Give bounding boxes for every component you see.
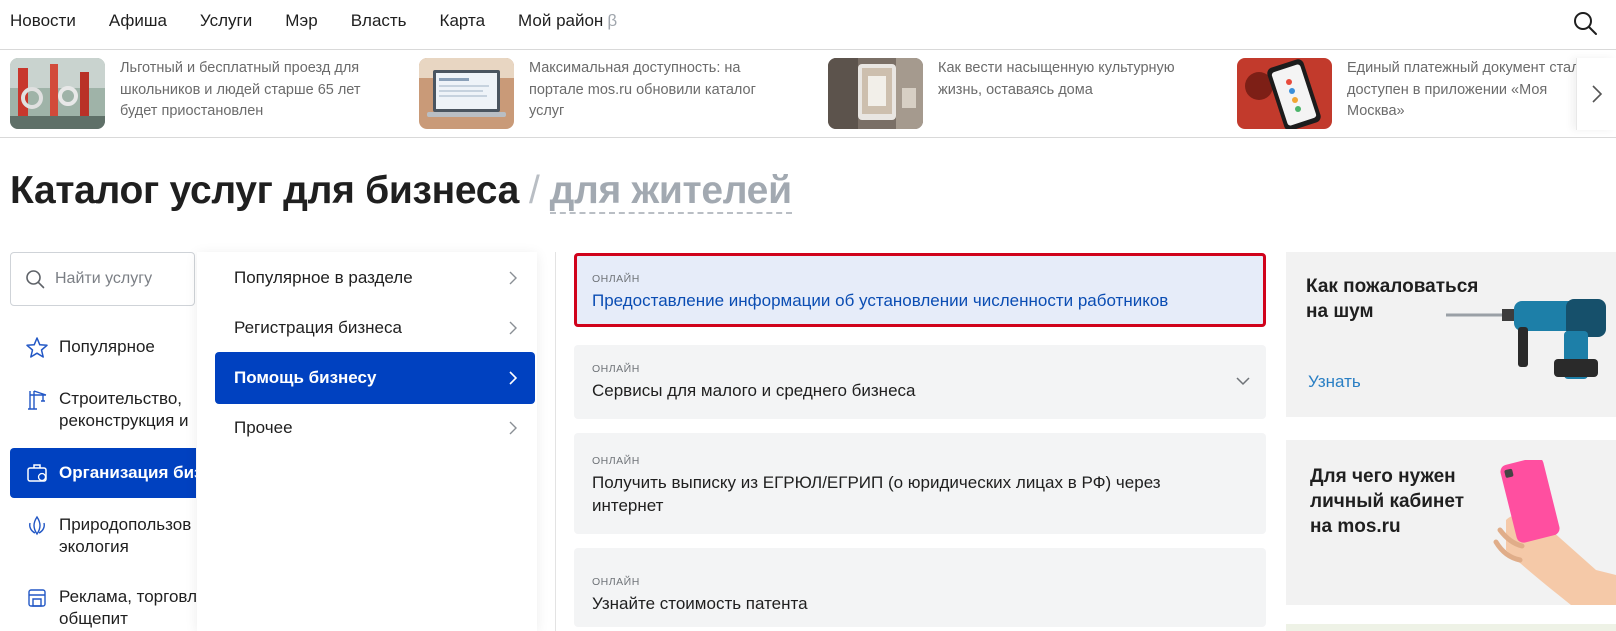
news-text: Как вести насыщенную культурную жизнь, о… [938,60,1175,98]
promo-noise-complaint[interactable]: Как пожаловаться на шум Узнать [1286,252,1616,417]
nav-item-map[interactable]: Карта [440,10,486,32]
page-title: Каталог услуг для бизнеса / для жителей [10,168,792,214]
online-tag: онлайн [592,455,640,467]
news-text: Льготный и бесплатный проезд для школьни… [120,60,361,119]
subcategory-label: Помощь бизнесу [234,368,377,387]
briefcase-icon [27,464,47,482]
subcategory-popular[interactable]: Популярное в разделе [215,252,535,304]
category-label: Популярное [59,337,155,356]
switch-to-residents-link[interactable]: для жителей [549,169,792,214]
category-label-line: экология [59,537,129,556]
promo-link[interactable]: Узнать [1308,372,1361,392]
top-navigation: Новости Афиша Услуги Мэр Власть Карта Мо… [0,0,1616,50]
promo-personal-account[interactable]: Для чего нужен личный кабинет на mos.ru [1286,440,1616,605]
chevron-right-icon [509,321,517,335]
category-label: Организация биз [59,463,196,482]
category-label-line: Реклама, торговл [59,587,196,606]
online-tag: онлайн [592,273,640,285]
service-search [10,252,195,306]
nav-items: Новости Афиша Услуги Мэр Власть Карта Мо… [10,10,650,32]
news-text: Единый платежный документ стал доступен … [1347,60,1580,119]
nav-item-my-district-label: Мой район [518,11,604,30]
chevron-down-icon[interactable] [1236,377,1250,386]
column-divider [555,252,556,631]
category-popular[interactable]: Популярное [10,334,196,362]
drill-icon [1446,299,1606,379]
subcategory-label: Прочее [234,418,293,437]
category-business-organization[interactable]: Организация биз [10,448,196,498]
news-item[interactable]: Как вести насыщенную культурную жизнь, о… [828,58,1228,130]
tablet-museum-photo [828,58,923,129]
nav-item-services[interactable]: Услуги [200,10,252,32]
shop-icon [28,589,46,607]
crane-icon [28,390,47,410]
search-icon [26,270,45,289]
promo-title-line: на mos.ru [1310,516,1401,537]
chevron-right-icon [509,271,517,285]
news-item[interactable]: Льготный и бесплатный проезд для школьни… [10,58,410,130]
page-title-main: Каталог услуг для бизнеса [10,169,520,212]
beta-badge: β [607,11,618,30]
promo-title-line: личный кабинет [1310,491,1465,512]
chevron-right-icon [509,371,517,385]
title-separator: / [529,169,540,212]
laptop-photo [419,58,514,129]
category-label: Природопользов экология [59,514,196,558]
news-next-button[interactable] [1576,58,1616,130]
online-tag: онлайн [592,576,640,588]
subcategory-other[interactable]: Прочее [215,402,535,454]
hand-phone-icon [1493,460,1616,605]
category-construction[interactable]: Строительство, реконструкция и [10,386,196,434]
search-icon[interactable] [1572,10,1598,36]
category-label-line: Природопользов [59,515,192,534]
service-card[interactable]: онлайн Получить выписку из ЕГРЮЛ/ЕГРИП (… [574,433,1266,534]
subcategory-label: Регистрация бизнеса [234,318,402,337]
category-label-line: реконструкция и [59,411,189,430]
service-title: Получить выписку из ЕГРЮЛ/ЕГРИП (о юриди… [592,473,1161,515]
leaf-drop-icon [29,515,45,536]
service-title: Узнайте стоимость патента [592,594,808,613]
star-icon [26,337,48,358]
promo-title-line: на шум [1306,301,1374,322]
nav-item-government[interactable]: Власть [351,10,407,32]
category-label: Строительство, реконструкция и [59,388,196,432]
subcategory-label: Популярное в разделе [234,268,413,287]
online-tag: онлайн [592,363,640,375]
news-item[interactable]: Единый платежный документ стал доступен … [1237,58,1616,130]
category-nature[interactable]: Природопользов экология [10,512,196,560]
nav-item-news[interactable]: Новости [10,10,76,32]
nav-item-my-district[interactable]: Мой район β [518,10,617,32]
nav-item-afisha[interactable]: Афиша [109,10,167,32]
subcategory-panel: Популярное в разделе Регистрация бизнеса… [197,252,537,631]
service-title: Предоставление информации об установлени… [592,291,1169,310]
news-item[interactable]: Максимальная доступность: на портале mos… [419,58,819,130]
promo-title-line: Для чего нужен [1310,466,1456,487]
bus-handrail-photo [10,58,105,129]
subcategory-business-registration[interactable]: Регистрация бизнеса [215,302,535,354]
chevron-right-icon [1591,85,1602,103]
subcategory-business-help[interactable]: Помощь бизнесу [215,352,535,404]
phone-app-photo [1237,58,1332,129]
category-label: Реклама, торговл общепит [59,586,196,630]
service-title: Сервисы для малого и среднего бизнеса [592,381,916,400]
nav-item-mayor[interactable]: Мэр [285,10,317,32]
category-advertising[interactable]: Реклама, торговл общепит [10,584,196,631]
promo-partial [1286,624,1616,631]
promo-title: Для чего нужен личный кабинет на mos.ru [1310,464,1464,539]
category-label-line: Строительство, [59,389,183,408]
chevron-right-icon [509,421,517,435]
service-card[interactable]: онлайн Сервисы для малого и среднего биз… [574,345,1266,419]
promo-title-line: Как пожаловаться [1306,276,1479,297]
category-label-line: общепит [59,609,128,628]
service-card[interactable]: онлайн Узнайте стоимость патента [574,548,1266,627]
service-card-highlighted[interactable]: онлайн Предоставление информации об уста… [574,253,1266,327]
news-text: Максимальная доступность: на портале mos… [529,60,756,119]
search-input[interactable] [55,263,195,295]
news-strip: Льготный и бесплатный проезд для школьни… [0,50,1616,138]
